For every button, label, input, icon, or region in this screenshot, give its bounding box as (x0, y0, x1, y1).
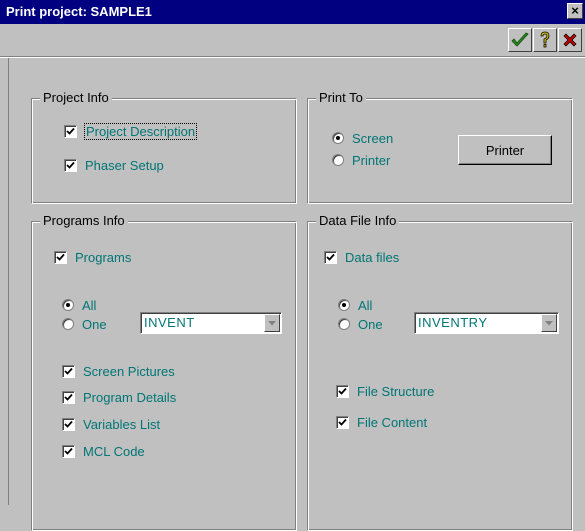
check-icon (511, 32, 529, 47)
variables-list-checkbox[interactable]: Variables List (62, 415, 160, 433)
close-button[interactable]: × (567, 3, 583, 19)
programs-label: Programs (75, 249, 132, 265)
screen-pictures-checkbox[interactable]: Screen Pictures (62, 362, 175, 380)
radio-button[interactable] (338, 299, 350, 311)
toolbar (0, 24, 585, 57)
phaser-setup-label: Phaser Setup (85, 157, 164, 173)
programs-all-label: All (82, 297, 97, 313)
programs-info-group: Programs Info Programs All One INVENT Sc… (31, 213, 297, 531)
radio-button[interactable] (332, 132, 344, 144)
mcl-code-label: MCL Code (83, 443, 145, 459)
print-to-group: Print To Screen Printer Printer (307, 90, 573, 204)
programs-info-label: Programs Info (40, 213, 128, 228)
dropdown-arrow[interactable] (264, 314, 280, 332)
file-content-label: File Content (357, 414, 428, 430)
x-icon (563, 33, 577, 47)
file-structure-label: File Structure (357, 383, 435, 399)
screen-label: Screen (352, 130, 394, 146)
data-file-select-value: INVENTRY (418, 315, 488, 330)
checkbox[interactable] (62, 444, 75, 458)
question-icon (540, 31, 550, 48)
file-structure-checkbox[interactable]: File Structure (336, 382, 434, 400)
checkbox[interactable] (62, 390, 75, 404)
radio-button[interactable] (332, 154, 344, 166)
checkbox[interactable] (336, 384, 349, 398)
data-files-all-radio[interactable]: All (338, 296, 372, 314)
mcl-code-checkbox[interactable]: MCL Code (62, 442, 145, 460)
printer-setup-button[interactable]: Printer (458, 135, 552, 165)
data-file-info-label: Data File Info (316, 213, 400, 228)
programs-checkbox[interactable]: Programs (54, 248, 131, 266)
checkbox[interactable] (336, 415, 349, 429)
data-files-one-radio[interactable]: One (338, 315, 383, 333)
radio-button[interactable] (62, 299, 74, 311)
data-file-info-group: Data File Info Data files All One INVENT… (307, 213, 573, 531)
checkbox[interactable] (64, 124, 77, 138)
dialog-body: Project Info Project Description Phaser … (8, 58, 585, 531)
file-content-checkbox[interactable]: File Content (336, 413, 427, 431)
checkbox[interactable] (62, 417, 75, 431)
project-info-group: Project Info Project Description Phaser … (31, 90, 297, 204)
data-files-all-label: All (358, 297, 373, 313)
radio-button[interactable] (338, 318, 350, 330)
program-select[interactable]: INVENT (140, 312, 282, 334)
variables-list-label: Variables List (83, 416, 161, 432)
dropdown-arrow[interactable] (541, 314, 557, 332)
data-files-checkbox[interactable]: Data files (324, 248, 399, 266)
ok-button[interactable] (508, 28, 532, 52)
checkbox[interactable] (62, 364, 75, 378)
program-details-checkbox[interactable]: Program Details (62, 388, 176, 406)
radio-button[interactable] (62, 318, 74, 330)
window-title: Print project: SAMPLE1 (6, 4, 152, 19)
printer-radio[interactable]: Printer (332, 151, 390, 169)
checkbox[interactable] (54, 250, 67, 264)
checkbox[interactable] (64, 158, 77, 172)
project-description-checkbox[interactable]: Project Description (64, 122, 198, 140)
chevron-down-icon (268, 320, 276, 325)
program-select-value: INVENT (144, 315, 195, 330)
help-button[interactable] (533, 28, 557, 52)
data-file-select[interactable]: INVENTRY (414, 312, 559, 334)
program-details-label: Program Details (83, 389, 177, 405)
data-files-one-label: One (358, 316, 383, 332)
screen-pictures-label: Screen Pictures (83, 363, 175, 379)
print-to-label: Print To (316, 90, 366, 105)
close-icon: × (571, 3, 579, 18)
checkbox[interactable] (324, 250, 337, 264)
printer-label: Printer (352, 152, 391, 168)
programs-one-radio[interactable]: One (62, 315, 107, 333)
project-description-label: Project Description (83, 122, 198, 140)
data-files-label: Data files (345, 249, 400, 265)
chevron-down-icon (545, 320, 553, 325)
cancel-button[interactable] (558, 28, 582, 52)
programs-all-radio[interactable]: All (62, 296, 96, 314)
phaser-setup-checkbox[interactable]: Phaser Setup (64, 156, 164, 174)
title-bar: Print project: SAMPLE1 × (0, 0, 585, 24)
project-info-label: Project Info (40, 90, 112, 105)
screen-radio[interactable]: Screen (332, 129, 393, 147)
programs-one-label: One (82, 316, 107, 332)
